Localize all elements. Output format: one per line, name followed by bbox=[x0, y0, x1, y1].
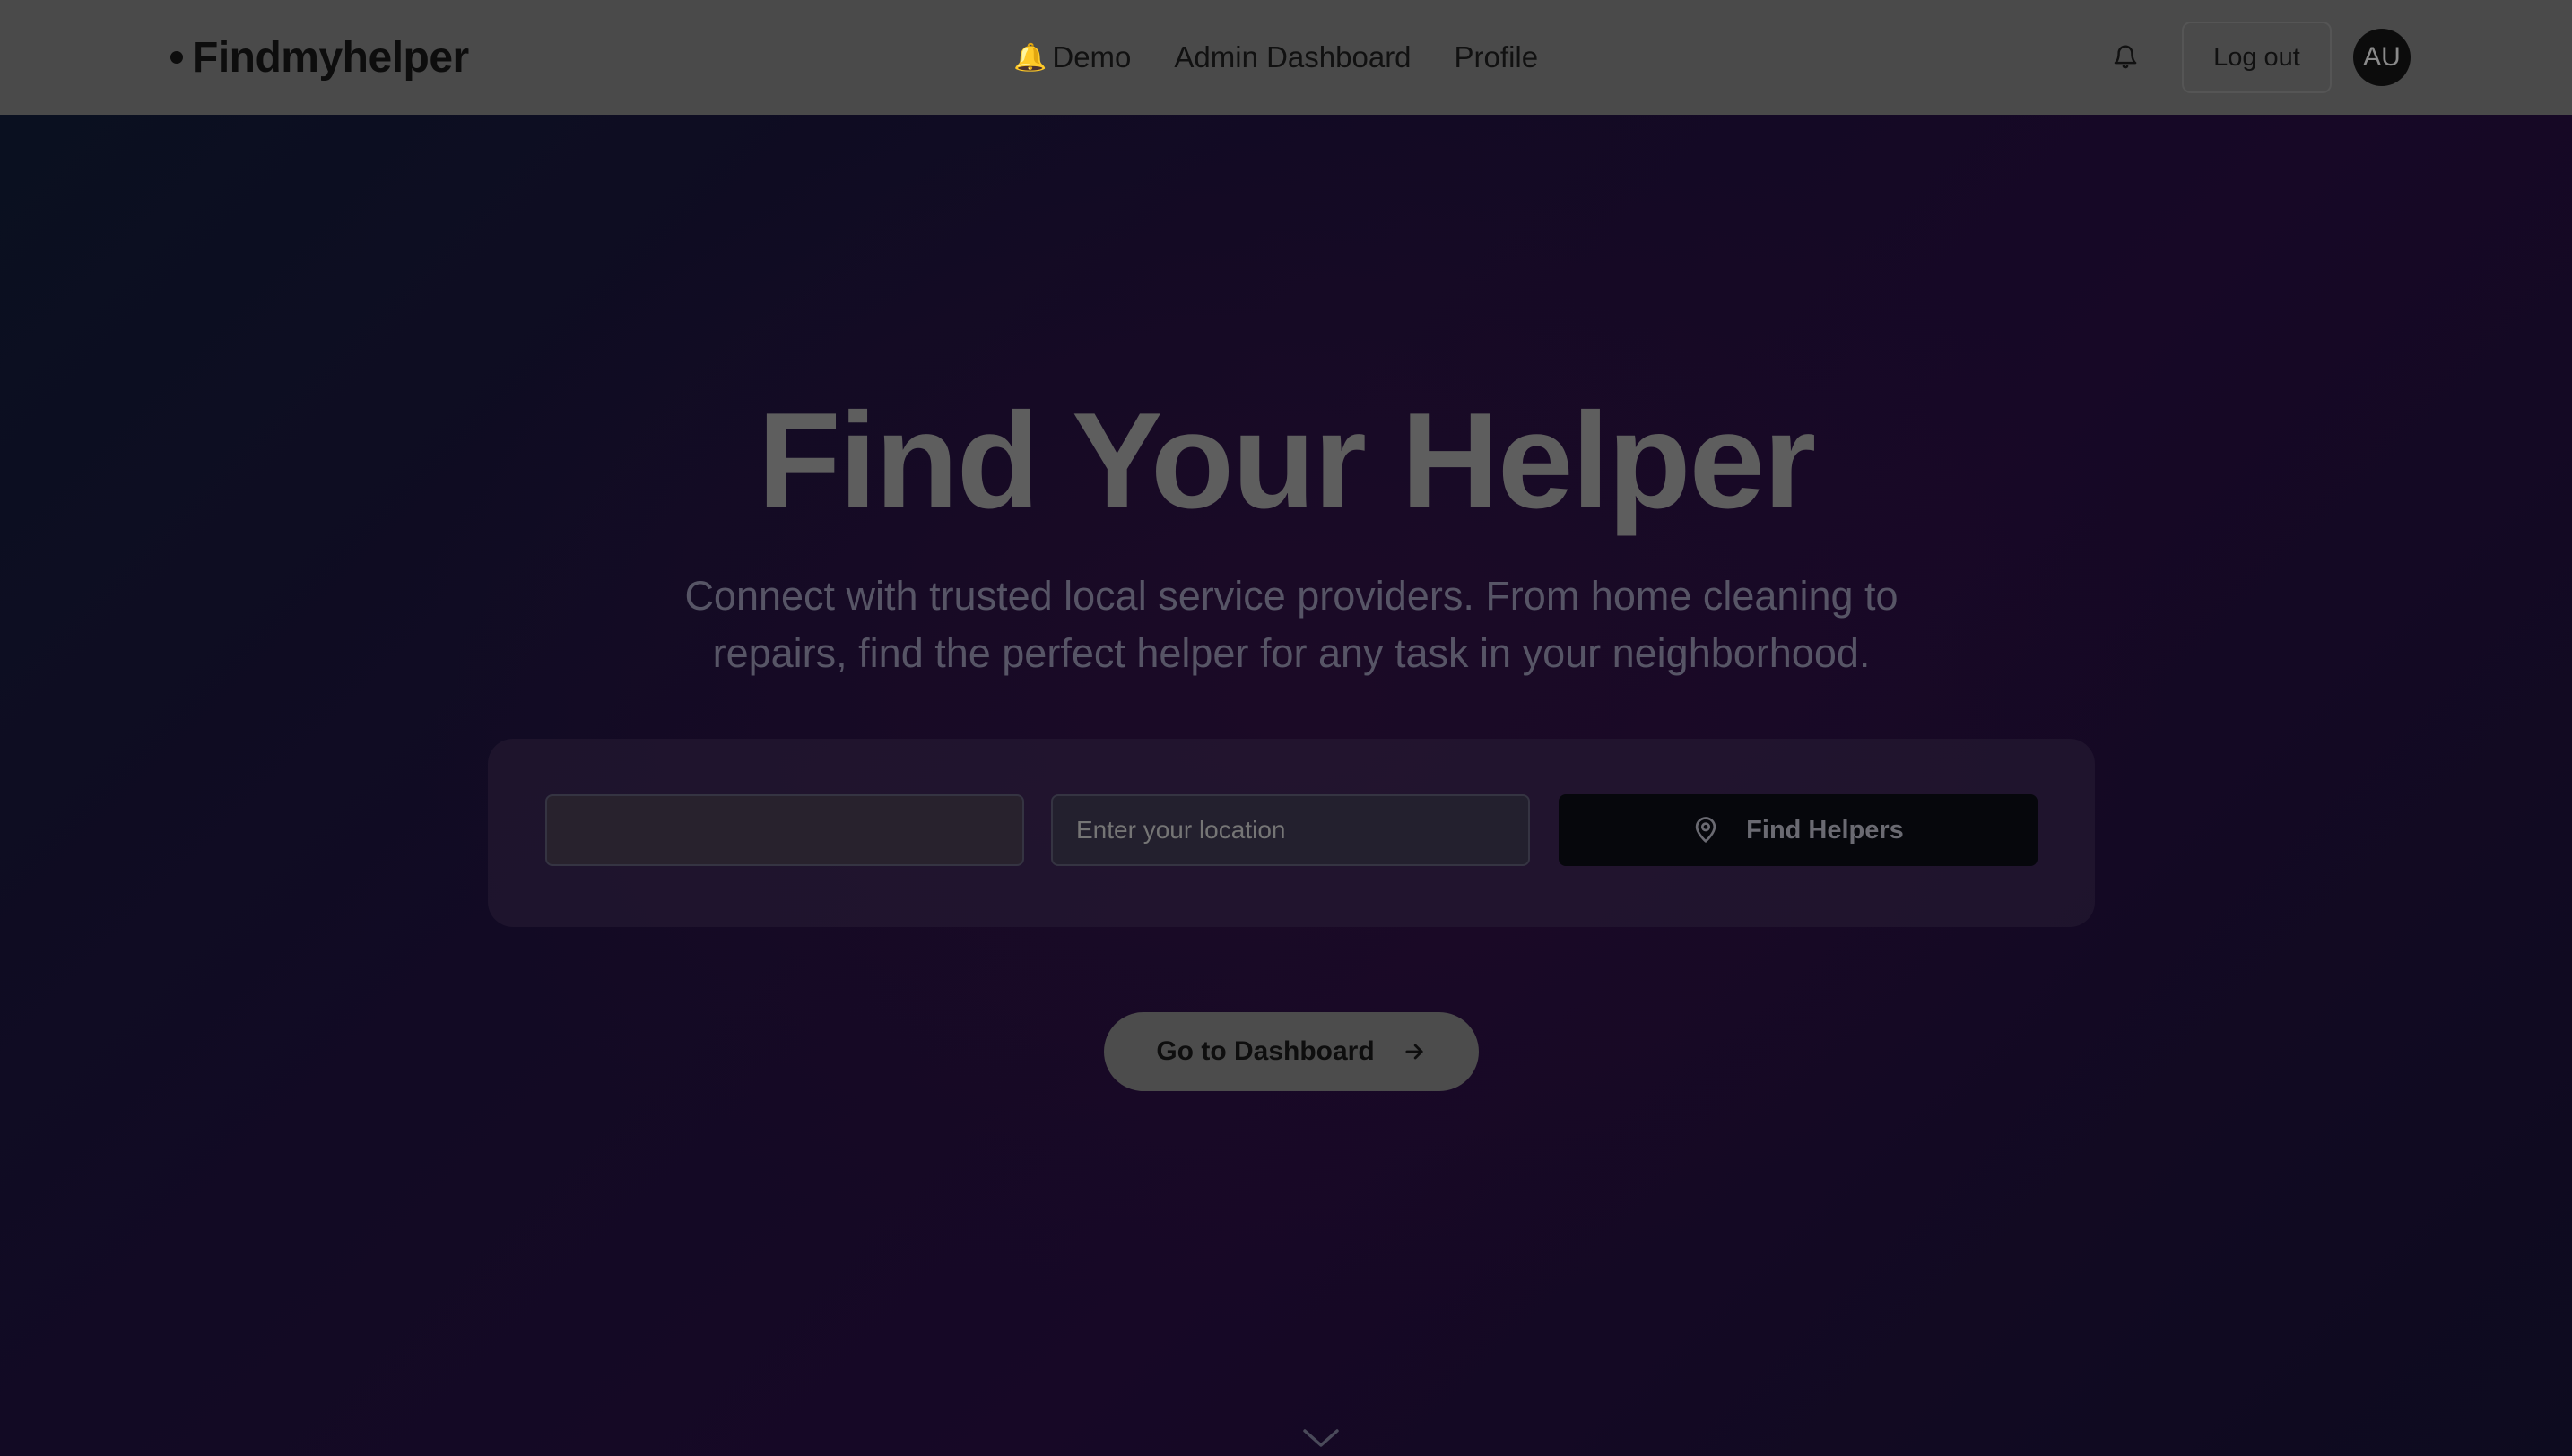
user-avatar[interactable]: AU bbox=[2353, 29, 2411, 86]
top-navbar: Findmyhelper 🔔 Demo Admin Dashboard Prof… bbox=[0, 0, 2572, 115]
hero-section: Find Your Helper Connect with trusted lo… bbox=[0, 115, 2572, 1456]
hero-subtitle: Connect with trusted local service provi… bbox=[684, 573, 1899, 676]
brand-dot-icon bbox=[170, 51, 183, 64]
brand-logo[interactable]: Findmyhelper bbox=[170, 30, 469, 84]
map-pin-icon bbox=[1695, 817, 1716, 843]
nav-admin-dashboard[interactable]: Admin Dashboard bbox=[1174, 40, 1411, 74]
notifications-button[interactable] bbox=[2106, 38, 2145, 77]
nav-demo[interactable]: 🔔 Demo bbox=[1013, 40, 1131, 74]
hero-title: Find Your Helper bbox=[757, 385, 1817, 537]
nav-demo-label: Demo bbox=[1052, 40, 1132, 74]
brand-name: Findmyhelper bbox=[192, 33, 469, 82]
service-input[interactable] bbox=[545, 794, 1024, 866]
find-helpers-label: Find Helpers bbox=[1746, 815, 1904, 845]
chevron-down-icon[interactable] bbox=[1301, 1426, 1341, 1451]
go-to-dashboard-button[interactable]: Go to Dashboard bbox=[1104, 1012, 1479, 1091]
bell-icon bbox=[2114, 45, 2137, 69]
bell-emoji-icon: 🔔 bbox=[1013, 42, 1047, 73]
main-nav: 🔔 Demo Admin Dashboard Profile bbox=[1013, 34, 1538, 81]
go-to-dashboard-label: Go to Dashboard bbox=[1156, 1036, 1375, 1066]
location-input[interactable] bbox=[1051, 794, 1530, 866]
arrow-right-icon bbox=[1405, 1044, 1423, 1060]
logout-button[interactable]: Log out bbox=[2182, 22, 2332, 93]
search-card: Find Helpers bbox=[488, 739, 2095, 927]
find-helpers-button[interactable]: Find Helpers bbox=[1559, 794, 2038, 866]
nav-profile[interactable]: Profile bbox=[1455, 40, 1539, 74]
